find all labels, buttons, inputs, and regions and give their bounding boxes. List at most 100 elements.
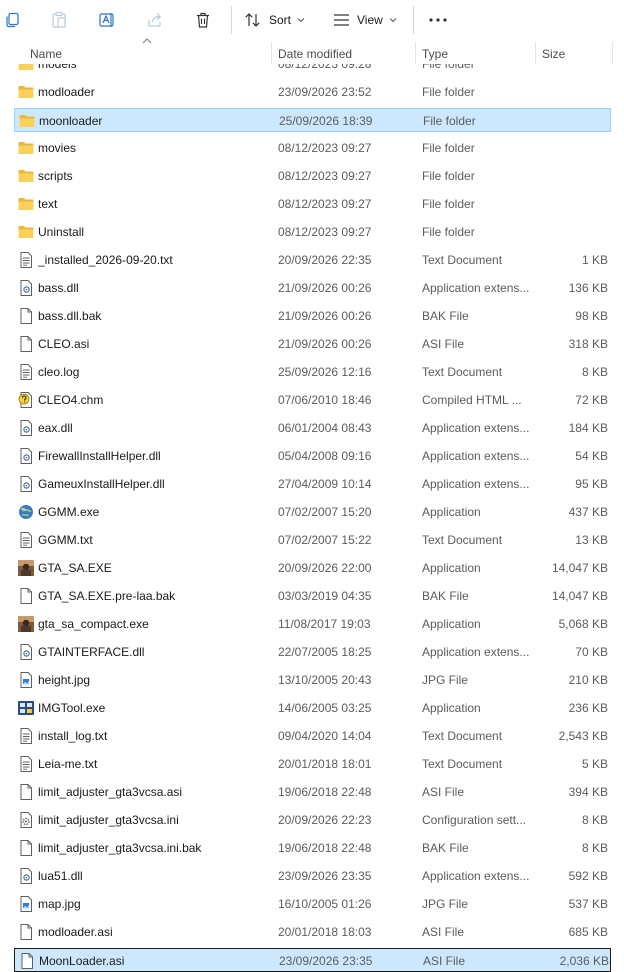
folder-icon xyxy=(17,83,35,101)
file-row[interactable]: bass.dll 21/09/2026 00:26 Application exte… xyxy=(14,276,611,300)
file-size xyxy=(540,136,608,160)
date-modified: 08/12/2023 09:27 xyxy=(278,141,372,155)
file-type: Application xyxy=(422,617,481,631)
folder-icon xyxy=(18,112,36,130)
file-name: movies xyxy=(38,141,77,155)
date-modified: 25/09/2026 12:16 xyxy=(278,365,372,379)
share-button[interactable] xyxy=(144,6,166,34)
file-type: JPG File xyxy=(422,897,469,911)
paste-button[interactable] xyxy=(48,6,70,34)
blank-file-icon xyxy=(17,307,35,325)
tool-app-icon xyxy=(17,699,35,717)
view-button[interactable]: View xyxy=(333,6,397,34)
file-row[interactable]: GTA_SA.EXE 20/09/2026 22:00 Application 14,… xyxy=(14,556,611,580)
file-row[interactable]: _installed_2026-09-20.txt 20/09/2026 22:3… xyxy=(14,248,611,272)
chevron-down-icon xyxy=(297,18,305,23)
column-date-modified[interactable]: Date modified xyxy=(278,42,408,64)
file-name: Uninstall xyxy=(38,225,85,239)
paste-icon xyxy=(52,11,66,28)
file-row[interactable]: limit_adjuster_gta3vcsa.asi 19/06/2018 22… xyxy=(14,780,611,804)
file-row[interactable]: GTA_SA.EXE.pre-laa.bak 03/03/2019 04:35 BA… xyxy=(14,584,611,608)
file-name: Leia-me.txt xyxy=(38,757,98,771)
rename-button[interactable] xyxy=(96,6,118,34)
file-type: ASI File xyxy=(422,337,465,351)
file-name: models xyxy=(38,64,77,71)
file-size: 13 KB xyxy=(575,533,608,547)
file-row[interactable]: lua51.dll 23/09/2026 23:35 Application ext… xyxy=(14,864,611,888)
file-row[interactable]: GGMM.txt 07/02/2007 15:22 Text Document 13 … xyxy=(14,528,611,552)
file-row[interactable]: Leia-me.txt 20/01/2018 18:01 Text Document… xyxy=(14,752,611,776)
text-file-icon xyxy=(17,251,35,269)
more-options-button[interactable] xyxy=(428,6,448,34)
file-size xyxy=(540,192,608,216)
folder-row[interactable]: moonloader 25/09/2026 18:39 File folder xyxy=(14,108,611,132)
file-row[interactable]: MoonLoader.asi 23/09/2026 23:35 ASI File 2,… xyxy=(14,948,611,972)
copy-button[interactable] xyxy=(2,6,22,34)
file-row[interactable]: install_log.txt 09/04/2020 14:04 Text Docu… xyxy=(14,724,611,748)
folder-row[interactable]: models 08/12/2023 09:28 File folder xyxy=(14,64,611,76)
date-modified: 08/12/2023 09:28 xyxy=(278,64,372,71)
file-size: 54 KB xyxy=(575,449,608,463)
config-file-icon xyxy=(17,811,35,829)
file-size: 318 KB xyxy=(568,337,608,351)
folder-row[interactable]: modloader 23/09/2026 23:52 File folder xyxy=(14,80,611,104)
file-size: 98 KB xyxy=(575,309,608,323)
file-row[interactable]: cleo.log 25/09/2026 12:16 Text Document 8 K… xyxy=(14,360,611,384)
column-divider[interactable] xyxy=(535,42,536,64)
delete-button[interactable] xyxy=(192,6,214,34)
date-modified: 20/09/2026 22:23 xyxy=(278,813,372,827)
dll-file-icon xyxy=(17,447,35,465)
column-divider[interactable] xyxy=(415,42,416,64)
file-size xyxy=(540,220,608,244)
file-row[interactable]: GGMM.exe 07/02/2007 15:20 Application 437 K… xyxy=(14,500,611,524)
file-size: 2,543 KB xyxy=(558,729,608,743)
file-size xyxy=(540,164,608,188)
column-divider[interactable] xyxy=(271,42,272,64)
column-name[interactable]: Name xyxy=(30,42,266,64)
file-name: map.jpg xyxy=(38,897,81,911)
file-row[interactable]: GTAINTERFACE.dll 22/07/2005 18:25 Applicat… xyxy=(14,640,611,664)
folder-icon xyxy=(17,167,35,185)
date-modified: 19/06/2018 22:48 xyxy=(278,785,372,799)
view-list-icon xyxy=(334,14,349,26)
file-row[interactable]: CLEO4.chm 07/06/2010 18:46 Compiled HTML .… xyxy=(14,388,611,412)
file-name: GTA_SA.EXE.pre-laa.bak xyxy=(38,589,176,603)
sort-button[interactable]: Sort xyxy=(244,6,305,34)
file-row[interactable]: gta_sa_compact.exe 11/08/2017 19:03 Applic… xyxy=(14,612,611,636)
file-type: ASI File xyxy=(422,785,465,799)
file-name: GameuxInstallHelper.dll xyxy=(38,477,165,491)
file-row[interactable]: limit_adjuster_gta3vcsa.ini.bak 19/06/201… xyxy=(14,836,611,860)
column-divider[interactable] xyxy=(612,42,613,64)
file-size: 5,068 KB xyxy=(558,617,608,631)
column-size[interactable]: Size xyxy=(542,42,612,64)
file-name: bass.dll xyxy=(38,281,79,295)
file-row[interactable]: limit_adjuster_gta3vcsa.ini 20/09/2026 22… xyxy=(14,808,611,832)
file-type: Text Document xyxy=(422,757,503,771)
folder-row[interactable]: scripts 08/12/2023 09:27 File folder xyxy=(14,164,611,188)
file-name: GTAINTERFACE.dll xyxy=(38,645,145,659)
file-row[interactable]: eax.dll 06/01/2004 08:43 Application exten… xyxy=(14,416,611,440)
file-row[interactable]: CLEO.asi 21/09/2026 00:26 ASI File 318 KB xyxy=(14,332,611,356)
file-row[interactable]: IMGTool.exe 14/06/2005 03:25 Application 23… xyxy=(14,696,611,720)
file-type: File folder xyxy=(422,169,475,183)
file-size: 394 KB xyxy=(568,785,608,799)
date-modified: 08/12/2023 09:27 xyxy=(278,197,372,211)
file-row[interactable]: GameuxInstallHelper.dll 27/04/2009 10:14 A… xyxy=(14,472,611,496)
date-modified: 06/01/2004 08:43 xyxy=(278,421,372,435)
folder-row[interactable]: text 08/12/2023 09:27 File folder xyxy=(14,192,611,216)
date-modified: 23/09/2026 23:35 xyxy=(279,954,373,968)
file-row[interactable]: height.jpg 13/10/2005 20:43 JPG File 210 KB xyxy=(14,668,611,692)
column-type[interactable]: Type xyxy=(422,42,532,64)
file-row[interactable]: FirewallInstallHelper.dll 05/04/2008 09:1… xyxy=(14,444,611,468)
blank-file-icon xyxy=(17,335,35,353)
file-size: 592 KB xyxy=(568,869,608,883)
folder-row[interactable]: Uninstall 08/12/2023 09:27 File folder xyxy=(14,220,611,244)
file-row[interactable]: modloader.asi 20/01/2018 18:03 ASI File 685… xyxy=(14,920,611,944)
folder-row[interactable]: movies 08/12/2023 09:27 File folder xyxy=(14,136,611,160)
file-row[interactable]: map.jpg 16/10/2005 01:26 JPG File 537 KB xyxy=(14,892,611,916)
blank-file-icon xyxy=(17,839,35,857)
command-bar: Sort View xyxy=(0,0,624,40)
file-row[interactable]: bass.dll.bak 21/09/2026 00:26 BAK File 98 K… xyxy=(14,304,611,328)
file-type: Text Document xyxy=(422,253,503,267)
file-type: BAK File xyxy=(422,841,469,855)
